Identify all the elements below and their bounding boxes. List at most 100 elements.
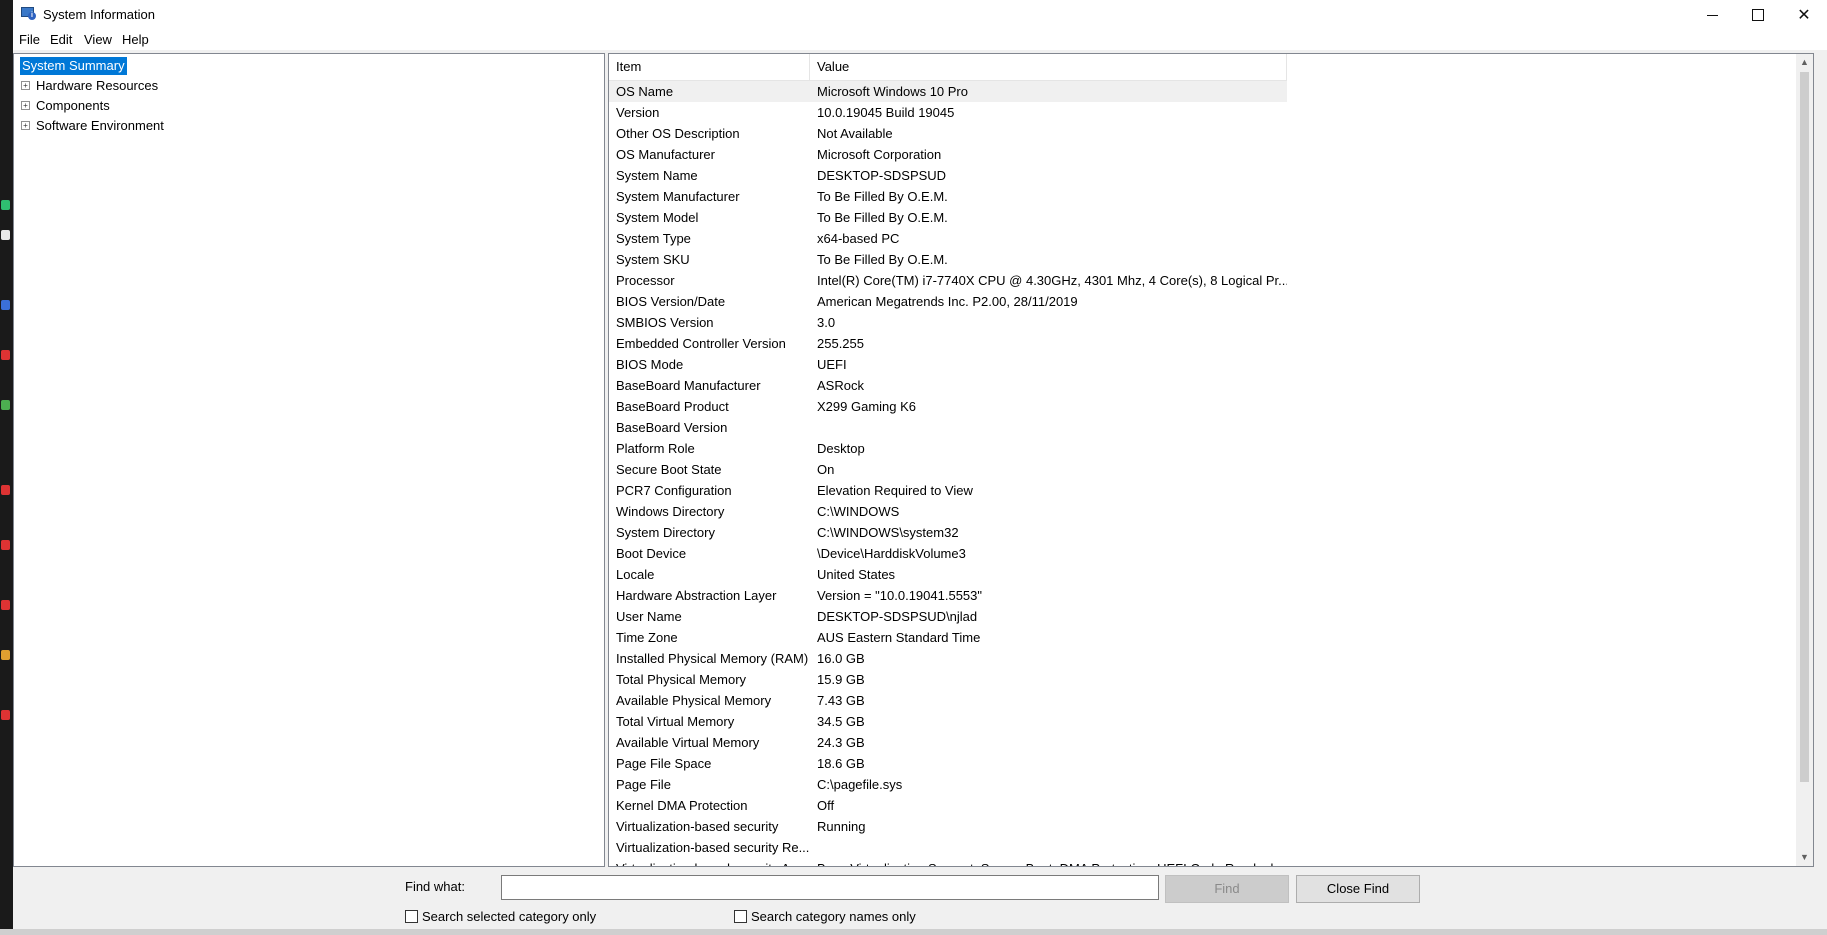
table-row[interactable]: BaseBoard Version bbox=[609, 417, 1795, 438]
table-row[interactable]: Windows Directory C:\WINDOWS bbox=[609, 501, 1795, 522]
row-value: x64-based PC bbox=[817, 231, 900, 246]
maximize-button[interactable] bbox=[1735, 0, 1781, 30]
menu-view[interactable]: View bbox=[84, 32, 112, 47]
row-item: Embedded Controller Version bbox=[616, 336, 786, 351]
close-button[interactable]: ✕ bbox=[1781, 0, 1827, 30]
table-row[interactable]: System Manufacturer To Be Filled By O.E.M… bbox=[609, 186, 1795, 207]
scroll-down-icon[interactable]: ▼ bbox=[1796, 849, 1813, 866]
table-row[interactable]: Virtualization-based security Av... Base … bbox=[609, 858, 1795, 866]
tree-item-system-summary[interactable]: System Summary bbox=[19, 56, 128, 76]
row-value: Not Available bbox=[817, 126, 893, 141]
checkbox-box[interactable] bbox=[405, 910, 418, 923]
column-header-value[interactable]: Value bbox=[810, 54, 1287, 80]
table-row[interactable]: Page File Space 18.6 GB bbox=[609, 753, 1795, 774]
row-item: System Directory bbox=[616, 525, 715, 540]
row-item: Hardware Abstraction Layer bbox=[616, 588, 777, 603]
row-item: Version bbox=[616, 105, 660, 120]
row-item: System Manufacturer bbox=[616, 189, 740, 204]
menu-bar: File Edit View Help bbox=[13, 30, 1827, 50]
table-row[interactable]: Kernel DMA Protection Off bbox=[609, 795, 1795, 816]
minimize-icon bbox=[1706, 14, 1718, 16]
column-header-item[interactable]: Item bbox=[609, 54, 810, 80]
scrollbar-thumb[interactable] bbox=[1800, 72, 1809, 782]
row-item: System Model bbox=[616, 210, 699, 225]
row-item: Virtualization-based security bbox=[616, 819, 779, 834]
tree-item-hardware-resources[interactable]: + Hardware Resources bbox=[21, 77, 158, 95]
table-row[interactable]: User Name DESKTOP-SDSPSUD\njlad bbox=[609, 606, 1795, 627]
row-value: United States bbox=[817, 567, 896, 582]
find-button[interactable]: Find bbox=[1165, 875, 1289, 903]
table-row[interactable]: Embedded Controller Version 255.255 bbox=[609, 333, 1795, 354]
row-item: System Name bbox=[616, 168, 698, 183]
details-list[interactable]: Item Value OS Name Microsoft Windows 10 P… bbox=[608, 53, 1814, 867]
category-tree[interactable]: System Summary + Hardware Resources + Comp… bbox=[13, 53, 605, 867]
row-value: Base Virtualization Support, Secure Boot… bbox=[817, 858, 1287, 866]
checkbox-box[interactable] bbox=[734, 910, 747, 923]
row-item: Available Physical Memory bbox=[616, 693, 772, 708]
table-row[interactable]: Locale United States bbox=[609, 564, 1795, 585]
row-item: OS Name bbox=[616, 84, 674, 99]
table-row[interactable]: Processor Intel(R) Core(TM) i7-7740X CPU … bbox=[609, 270, 1795, 291]
table-row[interactable]: System Directory C:\WINDOWS\system32 bbox=[609, 522, 1795, 543]
table-row[interactable]: System Name DESKTOP-SDSPSUD bbox=[609, 165, 1795, 186]
table-row[interactable]: BaseBoard Product X299 Gaming K6 bbox=[609, 396, 1795, 417]
checkbox-label: Search category names only bbox=[751, 909, 916, 924]
table-row[interactable]: Installed Physical Memory (RAM) 16.0 GB bbox=[609, 648, 1795, 669]
table-row[interactable]: BaseBoard Manufacturer ASRock bbox=[609, 375, 1795, 396]
row-item: BIOS Version/Date bbox=[616, 294, 726, 309]
table-row[interactable]: Total Physical Memory 15.9 GB bbox=[609, 669, 1795, 690]
row-value: 255.255 bbox=[817, 336, 864, 351]
table-row[interactable]: System SKU To Be Filled By O.E.M. bbox=[609, 249, 1795, 270]
minimize-button[interactable] bbox=[1689, 0, 1735, 30]
row-value: To Be Filled By O.E.M. bbox=[817, 252, 948, 267]
table-row[interactable]: System Model To Be Filled By O.E.M. bbox=[609, 207, 1795, 228]
window-title: System Information bbox=[43, 7, 155, 22]
table-row[interactable]: SMBIOS Version 3.0 bbox=[609, 312, 1795, 333]
search-category-names-checkbox[interactable]: Search category names only bbox=[734, 909, 916, 924]
table-row[interactable]: Time Zone AUS Eastern Standard Time bbox=[609, 627, 1795, 648]
table-row[interactable]: BIOS Mode UEFI bbox=[609, 354, 1795, 375]
row-item: PCR7 Configuration bbox=[616, 483, 732, 498]
expand-icon[interactable]: + bbox=[21, 101, 30, 110]
tree-item-software-environment[interactable]: + Software Environment bbox=[21, 117, 164, 135]
table-row[interactable]: Boot Device \Device\HarddiskVolume3 bbox=[609, 543, 1795, 564]
table-row[interactable]: Total Virtual Memory 34.5 GB bbox=[609, 711, 1795, 732]
row-item: Page File Space bbox=[616, 756, 712, 771]
menu-edit[interactable]: Edit bbox=[50, 32, 72, 47]
table-row[interactable]: Available Physical Memory 7.43 GB bbox=[609, 690, 1795, 711]
table-row[interactable]: Virtualization-based security Re... bbox=[609, 837, 1795, 858]
table-row[interactable]: System Type x64-based PC bbox=[609, 228, 1795, 249]
table-row[interactable]: OS Manufacturer Microsoft Corporation bbox=[609, 144, 1795, 165]
menu-file[interactable]: File bbox=[19, 32, 40, 47]
tree-item-components[interactable]: + Components bbox=[21, 97, 110, 115]
table-row[interactable]: Version 10.0.19045 Build 19045 bbox=[609, 102, 1795, 123]
table-row[interactable]: Hardware Abstraction Layer Version = "10.… bbox=[609, 585, 1795, 606]
table-row[interactable]: Other OS Description Not Available bbox=[609, 123, 1795, 144]
row-value: X299 Gaming K6 bbox=[817, 399, 917, 414]
table-row[interactable]: Available Virtual Memory 24.3 GB bbox=[609, 732, 1795, 753]
row-item: Locale bbox=[616, 567, 655, 582]
table-row[interactable]: OS Name Microsoft Windows 10 Pro bbox=[609, 81, 1287, 102]
row-value: 24.3 GB bbox=[817, 735, 865, 750]
expand-icon[interactable]: + bbox=[21, 81, 30, 90]
table-row[interactable]: Platform Role Desktop bbox=[609, 438, 1795, 459]
table-row[interactable]: PCR7 Configuration Elevation Required to … bbox=[609, 480, 1795, 501]
table-row[interactable]: Virtualization-based security Running bbox=[609, 816, 1795, 837]
scroll-up-icon[interactable]: ▲ bbox=[1796, 54, 1813, 71]
expand-icon[interactable]: + bbox=[21, 121, 30, 130]
row-value: Off bbox=[817, 798, 835, 813]
table-row[interactable]: Page File C:\pagefile.sys bbox=[609, 774, 1795, 795]
close-find-button[interactable]: Close Find bbox=[1296, 875, 1420, 903]
vertical-scrollbar[interactable]: ▲ ▼ bbox=[1796, 54, 1813, 866]
row-item: Secure Boot State bbox=[616, 462, 722, 477]
table-row[interactable]: BIOS Version/Date American Megatrends Inc… bbox=[609, 291, 1795, 312]
search-selected-category-checkbox[interactable]: Search selected category only bbox=[405, 909, 596, 924]
row-item: BaseBoard Version bbox=[616, 420, 728, 435]
find-what-label: Find what: bbox=[405, 879, 465, 894]
find-what-input[interactable] bbox=[501, 875, 1159, 900]
row-item: Windows Directory bbox=[616, 504, 725, 519]
table-row[interactable]: Secure Boot State On bbox=[609, 459, 1795, 480]
row-value: DESKTOP-SDSPSUD\njlad bbox=[817, 609, 978, 624]
menu-help[interactable]: Help bbox=[122, 32, 149, 47]
row-item: Total Physical Memory bbox=[616, 672, 747, 687]
